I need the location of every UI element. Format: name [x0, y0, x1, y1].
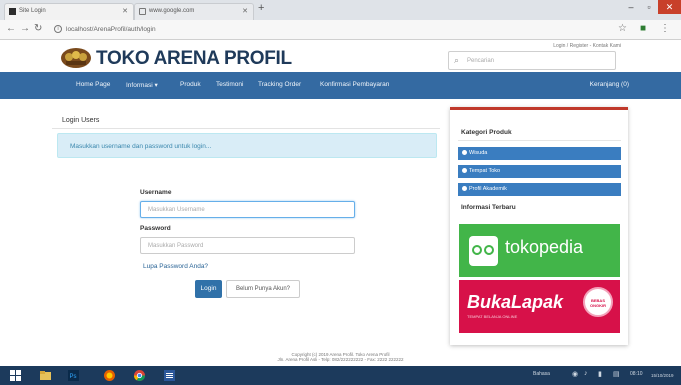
windows-start-icon[interactable] — [10, 370, 21, 381]
category-tempat-toko[interactable]: Tempat Toko — [458, 165, 621, 178]
svg-text:Ps: Ps — [70, 374, 77, 380]
sidebar-panel: Kategori Produk Wisuda Tempat Toko Profi… — [450, 107, 628, 345]
divider — [458, 140, 621, 141]
browser-tab-login[interactable]: Site Login ✕ — [4, 3, 134, 20]
category-label: Profil Akademik — [469, 186, 507, 192]
top-links[interactable]: Login / Register - Kontak Kami — [553, 43, 621, 49]
search-placeholder: Pencarian — [467, 58, 495, 64]
tokopedia-banner[interactable]: tokopedia — [459, 224, 620, 277]
circle-icon — [462, 168, 467, 173]
username-label: Username — [140, 189, 172, 196]
notification-icon[interactable]: ▤ — [613, 370, 620, 378]
password-label: Password — [140, 225, 171, 232]
cart-link[interactable]: Keranjang (0) — [590, 81, 629, 88]
menu-icon[interactable]: ⋮ — [660, 23, 670, 34]
login-title: Login Users — [62, 117, 100, 124]
password-field[interactable]: Masukkan Password — [140, 237, 355, 254]
chrome-icon[interactable] — [134, 370, 145, 381]
close-tab-icon[interactable]: ✕ — [122, 7, 128, 15]
badge-text: BEBAS ONGKIR — [590, 298, 606, 308]
register-button[interactable]: Belum Punya Akun? — [226, 280, 300, 298]
page-footer: Copyright (c) 2019 Arena Profil. Toko Ar… — [0, 352, 681, 362]
bookmark-star-icon[interactable]: ☆ — [618, 23, 627, 34]
category-wisuda[interactable]: Wisuda — [458, 147, 621, 160]
category-label: Wisuda — [469, 150, 488, 156]
site-logo-icon — [61, 48, 91, 68]
browser-tab-google[interactable]: www.google.com ✕ — [134, 3, 254, 20]
maximize-icon[interactable]: ▫ — [640, 0, 658, 14]
page-icon — [139, 8, 146, 15]
os-taskbar: Ps Bahasa ◉ ♪ ▮ ▤ 08:10 15/10/2019 — [0, 366, 681, 385]
divider — [52, 128, 440, 129]
tokopedia-owl-icon — [469, 236, 498, 266]
category-label: Tempat Toko — [469, 168, 501, 174]
main-navbar: Home Page Informasi ▾ Produk Testimoni T… — [0, 72, 681, 99]
url-field[interactable]: i localhost/ArenaProfil/auth/login — [52, 23, 612, 37]
forgot-password-link[interactable]: Lupa Password Anda? — [143, 263, 208, 270]
back-arrow-icon[interactable]: ← — [6, 23, 16, 34]
reload-icon[interactable]: ↻ — [34, 23, 42, 34]
new-tab-icon[interactable]: + — [258, 2, 264, 14]
photoshop-icon[interactable]: Ps — [68, 370, 79, 381]
battery-icon[interactable]: ▮ — [598, 370, 602, 378]
circle-icon — [462, 186, 467, 191]
close-window-icon[interactable]: ✕ — [658, 0, 681, 14]
minimize-icon[interactable]: – — [622, 0, 640, 14]
bukalapak-tagline: TEMPAT BELANJA ONLINE — [467, 314, 518, 319]
password-placeholder: Masukkan Password — [148, 243, 204, 249]
search-input[interactable]: ⌕ Pencarian — [448, 51, 616, 70]
tab-title: Site Login — [19, 8, 46, 14]
informasi-heading: Informasi Terbaru — [461, 204, 516, 211]
kategori-heading: Kategori Produk — [461, 129, 512, 136]
site-title[interactable]: TOKO ARENA PROFIL — [96, 48, 292, 70]
browser-tab-bar: Site Login ✕ www.google.com ✕ + – ▫ ✕ — [0, 0, 681, 20]
language-indicator[interactable]: Bahasa — [533, 371, 550, 377]
network-icon[interactable]: ◉ — [572, 370, 578, 378]
nav-item-konfirmasi[interactable]: Konfirmasi Pembayaran — [320, 81, 389, 88]
free-shipping-badge: BEBAS ONGKIR — [583, 287, 613, 317]
word-icon[interactable] — [164, 370, 175, 381]
page-favicon-icon — [9, 8, 16, 15]
username-placeholder: Masukkan Username — [148, 207, 205, 213]
close-tab-icon[interactable]: ✕ — [242, 7, 248, 15]
nav-item-tracking[interactable]: Tracking Order — [258, 81, 301, 88]
tokopedia-wordmark: tokopedia — [505, 237, 584, 257]
clock-time[interactable]: 08:10 — [630, 371, 643, 377]
tab-title: www.google.com — [149, 8, 195, 14]
nav-item-produk[interactable]: Produk — [180, 81, 201, 88]
clock-date[interactable]: 15/10/2019 — [651, 373, 674, 378]
search-icon: ⌕ — [454, 55, 460, 65]
forward-arrow-icon[interactable]: → — [20, 23, 30, 34]
nav-item-testimoni[interactable]: Testimoni — [216, 81, 243, 88]
file-explorer-icon[interactable] — [40, 370, 51, 381]
footer-address: Jln. Arena Profil Asli - Telp: 082/22222… — [277, 357, 404, 362]
nav-item-home[interactable]: Home Page — [76, 81, 110, 88]
info-icon[interactable]: i — [54, 25, 62, 33]
extension-icon[interactable]: ■ — [640, 23, 646, 34]
firefox-icon[interactable] — [104, 370, 115, 381]
address-toolbar: ← → ↻ i localhost/ArenaProfil/auth/login… — [0, 20, 681, 40]
login-button[interactable]: Login — [195, 280, 222, 298]
nav-item-informasi[interactable]: Informasi ▾ — [126, 81, 158, 89]
bukalapak-banner[interactable]: BukaLapak TEMPAT BELANJA ONLINE BEBAS ON… — [459, 280, 620, 333]
username-field[interactable]: Masukkan Username — [140, 201, 355, 218]
info-alert: Masukkan username dan password untuk log… — [57, 133, 437, 158]
bukalapak-wordmark: BukaLapak — [467, 292, 564, 312]
url-text: localhost/ArenaProfil/auth/login — [66, 26, 156, 33]
category-profil-akademik[interactable]: Profil Akademik — [458, 183, 621, 196]
volume-icon[interactable]: ♪ — [584, 370, 588, 377]
circle-icon — [462, 150, 467, 155]
